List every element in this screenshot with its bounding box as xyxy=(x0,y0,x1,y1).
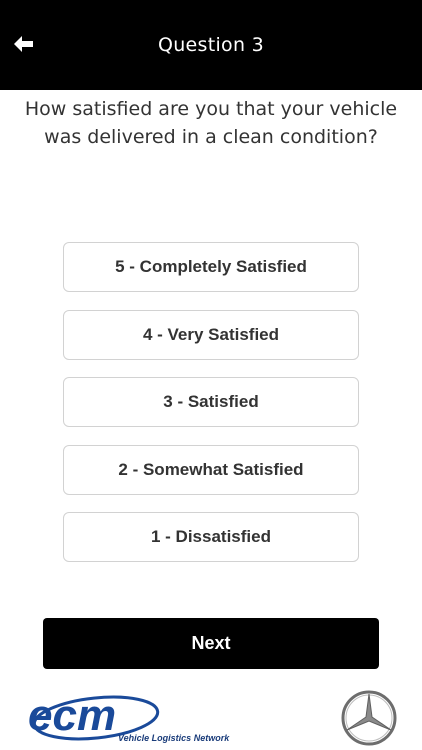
next-button[interactable]: Next xyxy=(43,618,379,669)
option-very-satisfied[interactable]: 4 - Very Satisfied xyxy=(63,309,359,360)
question-text: How satisfied are you that your vehicle … xyxy=(24,98,398,148)
mercedes-benz-star-icon xyxy=(341,690,397,746)
top-bar: Question 3 xyxy=(0,0,422,90)
option-satisfied[interactable]: 3 - Satisfied xyxy=(63,377,359,427)
option-completely-satisfied[interactable]: 5 - Completely Satisfied xyxy=(63,242,359,292)
option-dissatisfied[interactable]: 1 - Dissatisfied xyxy=(63,512,359,562)
page-title: Question 3 xyxy=(157,34,265,56)
ecm-logo-text: ecm xyxy=(28,691,116,740)
option-somewhat-satisfied[interactable]: 2 - Somewhat Satisfied xyxy=(63,444,359,495)
answer-options: 5 - Completely Satisfied 4 - Very Satisf… xyxy=(63,242,359,580)
ecm-tagline: Vehicle Logistics Network xyxy=(118,733,230,743)
